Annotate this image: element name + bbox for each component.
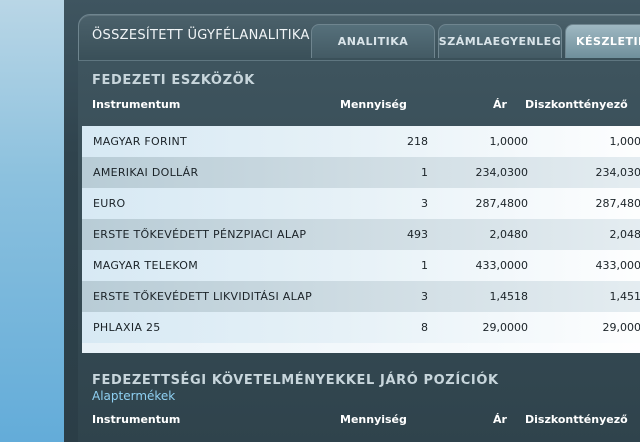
tab-szamlaegyenleg[interactable]: SZÁMLAEGYENLEG	[438, 24, 562, 58]
section-subtitle-underlyings: Alaptermékek	[92, 389, 176, 403]
cell-discount: 433,0000	[595, 259, 640, 272]
cell-instrument: MAGYAR FORINT	[93, 135, 188, 148]
page-title: ÖSSZESÍTETT ÜGYFÉLANALITIKA	[92, 28, 310, 43]
background-gutter	[0, 0, 64, 442]
cell-instrument: PHLAXIA 25	[93, 321, 161, 334]
cell-quantity: 8	[421, 321, 428, 334]
cell-instrument: EURO	[93, 197, 126, 210]
cell-quantity: 3	[421, 290, 428, 303]
col-header-discount: Diszkonttényező	[525, 98, 628, 111]
cell-discount: 1,0000	[609, 135, 640, 148]
cell-discount: 234,0300	[595, 166, 640, 179]
collateral-table: MAGYAR FORINT 218 1,0000 1,0000 AMERIKAI…	[82, 126, 640, 353]
table-row[interactable]: AMERIKAI DOLLÁR 1 234,0300 234,0300	[82, 157, 640, 188]
cell-discount: 2,0480	[609, 228, 640, 241]
col-header-price: Ár	[493, 98, 507, 111]
col-header-quantity: Mennyiség	[340, 413, 407, 426]
table-row[interactable]: ERSTE TŐKEVÉDETT LIKVIDITÁSI ALAP 3 1,45…	[82, 281, 640, 312]
col-header-price: Ár	[493, 413, 507, 426]
cell-instrument: AMERIKAI DOLLÁR	[93, 166, 199, 179]
col-header-instrument: Instrumentum	[92, 98, 181, 111]
cell-price: 433,0000	[475, 259, 529, 272]
tab-analitika[interactable]: ANALITIKA	[311, 24, 435, 58]
tab-keszletinfo[interactable]: KÉSZLETIN	[565, 24, 640, 58]
col-header-discount: Diszkonttényező	[525, 413, 628, 426]
table-row[interactable]: PHLAXIA 25 8 29,0000 29,0000	[82, 312, 640, 343]
cell-instrument: MAGYAR TELEKOM	[93, 259, 199, 272]
cell-quantity: 1	[421, 166, 428, 179]
cell-instrument: ERSTE TŐKEVÉDETT PÉNZPIACI ALAP	[93, 228, 307, 241]
table-row[interactable]: MAGYAR FORINT 218 1,0000 1,0000	[82, 126, 640, 157]
cell-discount: 287,4800	[595, 197, 640, 210]
section-title-collateral: FEDEZETI ESZKÖZÖK	[92, 73, 255, 88]
cell-price: 287,4800	[475, 197, 529, 210]
cell-price: 1,4518	[489, 290, 529, 303]
cell-quantity: 493	[407, 228, 428, 241]
section-title-margin-positions: FEDEZETTSÉGI KÖVETELMÉNYEKKEL JÁRÓ POZÍC…	[92, 373, 499, 388]
col-header-instrument: Instrumentum	[92, 413, 181, 426]
cell-price: 1,0000	[489, 135, 529, 148]
table-header-positions: Instrumentum Mennyiség Ár Diszkonttényez…	[92, 413, 640, 433]
cell-price: 2,0480	[489, 228, 529, 241]
table-row[interactable]: EURO 3 287,4800 287,4800	[82, 188, 640, 219]
cell-discount: 1,4518	[609, 290, 640, 303]
cell-price: 29,0000	[482, 321, 529, 334]
table-row[interactable]: ERSTE TŐKEVÉDETT PÉNZPIACI ALAP 493 2,04…	[82, 219, 640, 250]
table-row[interactable]: MAGYAR TELEKOM 1 433,0000 433,0000	[82, 250, 640, 281]
cell-instrument: ERSTE TŐKEVÉDETT LIKVIDITÁSI ALAP	[93, 290, 313, 303]
col-header-quantity: Mennyiség	[340, 98, 407, 111]
table-header-collateral: Instrumentum Mennyiség Ár Diszkonttényez…	[92, 98, 640, 118]
cell-price: 234,0300	[475, 166, 529, 179]
cell-discount: 29,0000	[602, 321, 640, 334]
table-footer	[82, 343, 640, 353]
cell-quantity: 218	[407, 135, 428, 148]
app-window: ÖSSZESÍTETT ÜGYFÉLANALITIKA ANALITIKA SZ…	[64, 0, 640, 442]
cell-quantity: 3	[421, 197, 428, 210]
cell-quantity: 1	[421, 259, 428, 272]
